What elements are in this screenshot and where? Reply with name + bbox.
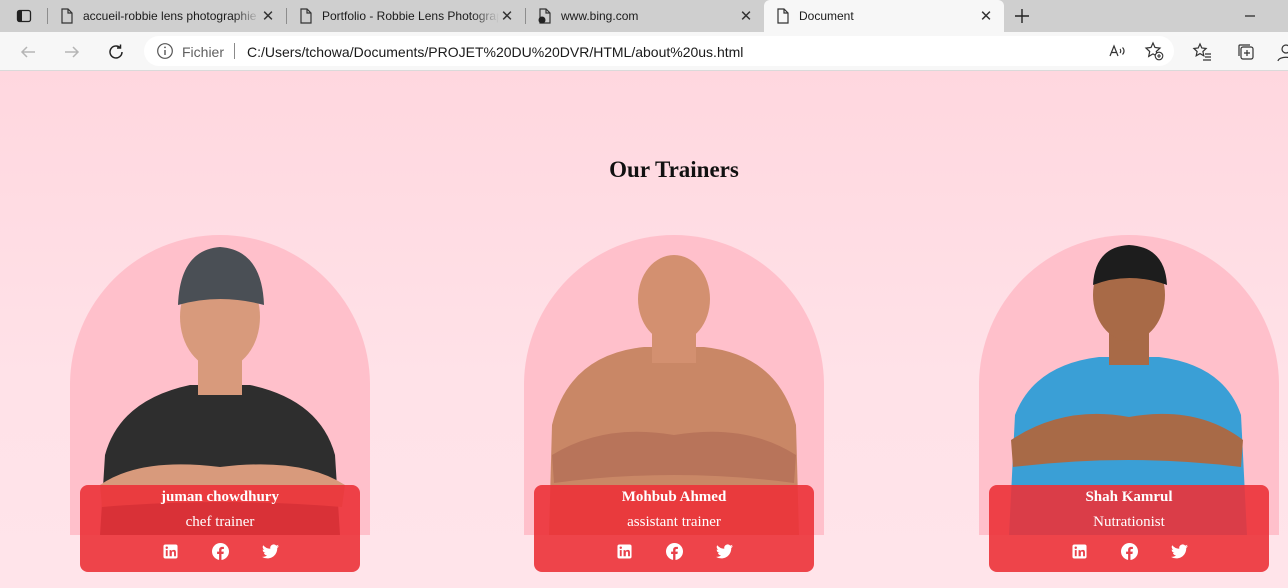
read-aloud-button[interactable] [1108, 41, 1128, 61]
tab-strip: accueil-robbie lens photographie ✕ Portf… [0, 0, 1288, 32]
linkedin-icon[interactable] [615, 542, 633, 560]
social-links [989, 542, 1269, 560]
linkedin-icon[interactable] [1070, 542, 1088, 560]
blocked-page-icon [538, 8, 551, 24]
head-shape [638, 255, 710, 343]
tab-title: Portfolio - Robbie Lens Photographie [322, 9, 499, 23]
plus-icon [1015, 9, 1029, 23]
tab-bing[interactable]: www.bing.com ✕ [526, 0, 764, 32]
favorites-button[interactable] [1190, 40, 1214, 64]
arrow-right-icon [65, 46, 80, 58]
trainer-info: Mohbub Ahmed assistant trainer [534, 485, 814, 572]
refresh-button[interactable] [104, 40, 128, 64]
facebook-icon[interactable] [665, 542, 683, 560]
minimize-icon [1245, 15, 1255, 17]
beanie-shape [178, 247, 264, 305]
tab-actions-button[interactable] [0, 0, 48, 32]
address-bar[interactable]: Fichier C:/Users/tchowa/Documents/PROJET… [144, 36, 1174, 66]
trainer-name: Shah Kamrul [1085, 489, 1173, 505]
linkedin-icon[interactable] [161, 542, 179, 560]
scheme-label: Fichier [182, 44, 225, 60]
new-tab-button[interactable] [1010, 4, 1034, 28]
favorites-list-icon [1192, 42, 1211, 61]
tab-title: accueil-robbie lens photographie [83, 9, 257, 23]
read-aloud-icon [1109, 44, 1125, 57]
trainer-info: Shah Kamrul Nutrationist [989, 485, 1269, 572]
close-tab-icon[interactable]: ✕ [260, 8, 276, 25]
social-links [80, 542, 360, 560]
page-icon [61, 8, 73, 24]
close-tab-icon[interactable]: ✕ [978, 8, 994, 25]
close-tab-icon[interactable]: ✕ [738, 8, 754, 25]
info-icon[interactable] [156, 42, 174, 60]
star-add-icon [1144, 41, 1164, 61]
tab-title: www.bing.com [561, 9, 639, 23]
tab-title: Document [799, 9, 854, 23]
trainer-card: Mohbub Ahmed assistant trainer [524, 235, 824, 575]
tab-document-active[interactable]: Document ✕ [764, 0, 1004, 32]
refresh-icon [109, 44, 123, 59]
trainer-name: juman chowdhury [161, 489, 279, 505]
twitter-icon[interactable] [1170, 542, 1188, 560]
url-text[interactable]: C:/Users/tchowa/Documents/PROJET%20DU%20… [247, 44, 743, 60]
twitter-icon[interactable] [261, 542, 279, 560]
section-title: Our Trainers [609, 157, 739, 182]
trainer-card: Shah Kamrul Nutrationist [979, 235, 1279, 575]
page-content: Our Trainers juman chowdhury chef traine… [0, 71, 1288, 588]
trainer-name: Mohbub Ahmed [621, 489, 727, 505]
trainer-role: chef trainer [185, 514, 255, 530]
tab-actions-icon [16, 9, 32, 23]
profile-button[interactable] [1274, 40, 1288, 64]
collections-button[interactable] [1234, 40, 1258, 64]
collections-icon [1238, 44, 1254, 60]
trainer-role: assistant trainer [627, 514, 721, 530]
profile-icon [1277, 44, 1288, 62]
arrow-left-icon [20, 46, 35, 58]
add-favorite-button[interactable] [1144, 41, 1164, 61]
tab-accueil[interactable]: accueil-robbie lens photographie ✕ [48, 0, 286, 32]
minimize-window-button[interactable] [1240, 8, 1260, 24]
close-tab-icon[interactable]: ✕ [499, 8, 515, 25]
trainer-card: juman chowdhury chef trainer [70, 235, 370, 575]
social-links [534, 542, 814, 560]
trainer-role: Nutrationist [1093, 514, 1165, 530]
twitter-icon[interactable] [715, 542, 733, 560]
forward-button[interactable] [60, 40, 84, 64]
facebook-icon[interactable] [1120, 542, 1138, 560]
facebook-icon[interactable] [211, 542, 229, 560]
trainer-info: juman chowdhury chef trainer [80, 485, 360, 572]
tab-portfolio[interactable]: Portfolio - Robbie Lens Photographie ✕ [287, 0, 525, 32]
page-icon [777, 8, 789, 24]
page-icon [300, 8, 312, 24]
navigation-bar: Fichier C:/Users/tchowa/Documents/PROJET… [0, 32, 1288, 71]
back-button[interactable] [16, 40, 40, 64]
address-divider [234, 43, 235, 59]
